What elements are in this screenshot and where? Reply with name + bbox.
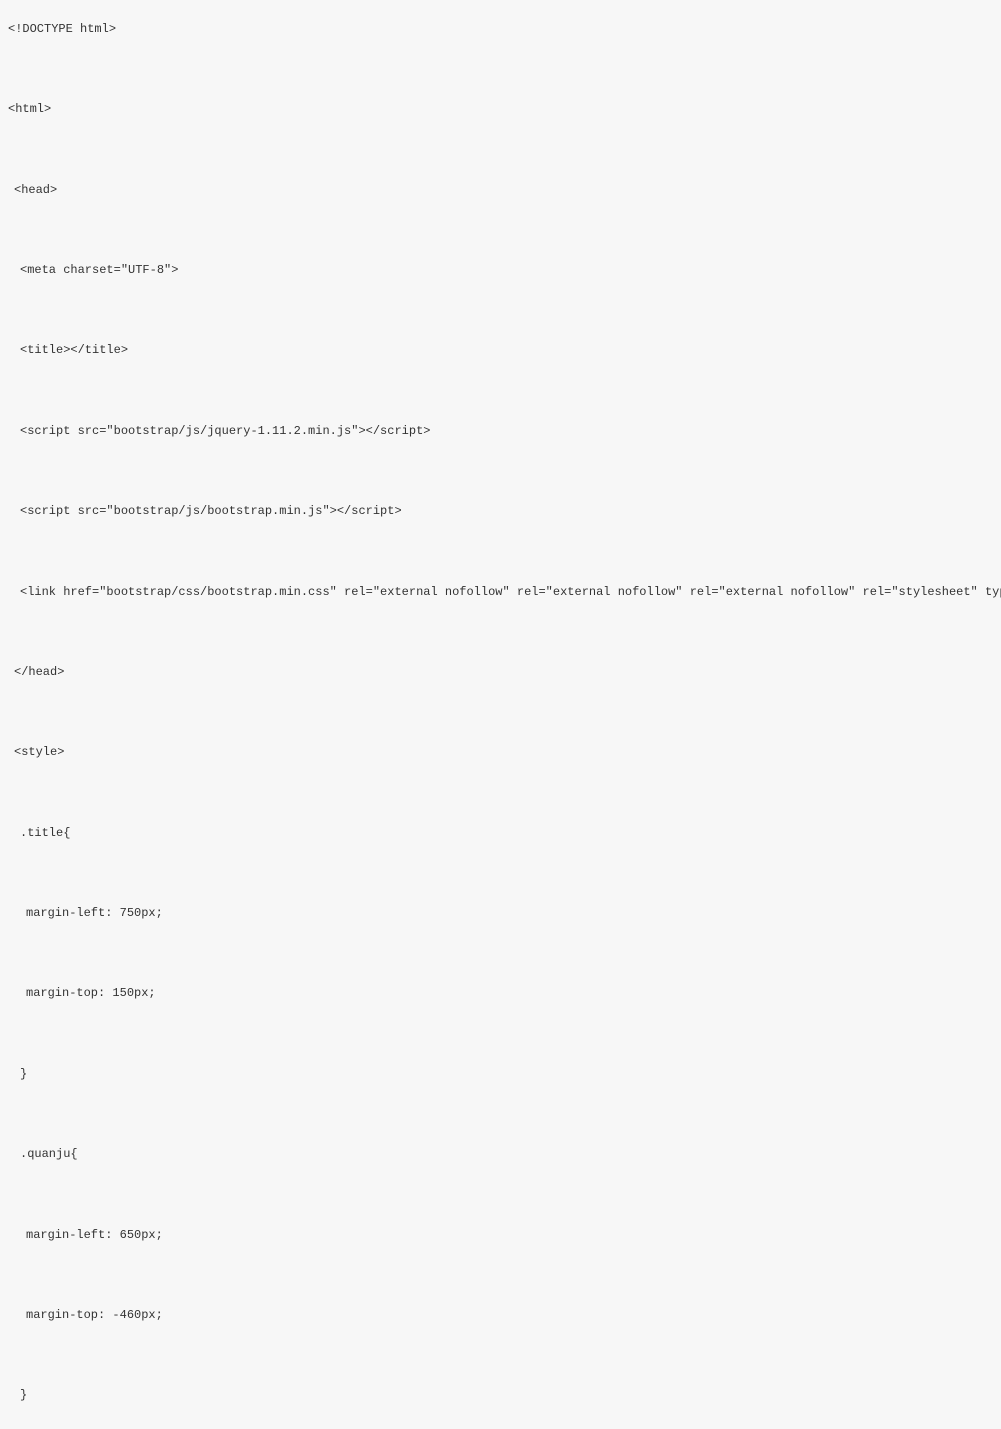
blank-line [8, 54, 993, 84]
blank-line [8, 778, 993, 808]
blank-line [8, 1341, 993, 1371]
code-line: <!DOCTYPE html> [8, 21, 993, 38]
blank-line [8, 456, 993, 486]
code-line: <html> [8, 101, 993, 118]
code-line: <meta charset="UTF-8"> [8, 262, 993, 279]
blank-line [8, 537, 993, 567]
blank-line [8, 939, 993, 969]
code-line: margin-top: -460px; [8, 1307, 993, 1324]
blank-line [8, 296, 993, 326]
code-line: <script src="bootstrap/js/jquery-1.11.2.… [8, 423, 993, 440]
blank-line [8, 376, 993, 406]
code-line: } [8, 1387, 993, 1404]
blank-line [8, 1180, 993, 1210]
blank-line [8, 1019, 993, 1049]
code-line: <head> [8, 182, 993, 199]
code-line: <script src="bootstrap/js/bootstrap.min.… [8, 503, 993, 520]
blank-line [8, 858, 993, 888]
code-line: <link href="bootstrap/css/bootstrap.min.… [8, 584, 993, 601]
code-block: <!DOCTYPE html> <html> <head> <meta char… [0, 0, 1001, 1429]
code-line: <style> [8, 744, 993, 761]
code-line: margin-left: 750px; [8, 905, 993, 922]
blank-line [8, 215, 993, 245]
blank-line [8, 1260, 993, 1290]
blank-line [8, 135, 993, 165]
blank-line [8, 617, 993, 647]
blank-line [8, 698, 993, 728]
code-line: </head> [8, 664, 993, 681]
blank-line [8, 1099, 993, 1129]
code-line: } [8, 1066, 993, 1083]
code-line: .quanju{ [8, 1146, 993, 1163]
code-line: margin-top: 150px; [8, 985, 993, 1002]
code-line: .title{ [8, 825, 993, 842]
code-line: margin-left: 650px; [8, 1227, 993, 1244]
code-line: <title></title> [8, 342, 993, 359]
